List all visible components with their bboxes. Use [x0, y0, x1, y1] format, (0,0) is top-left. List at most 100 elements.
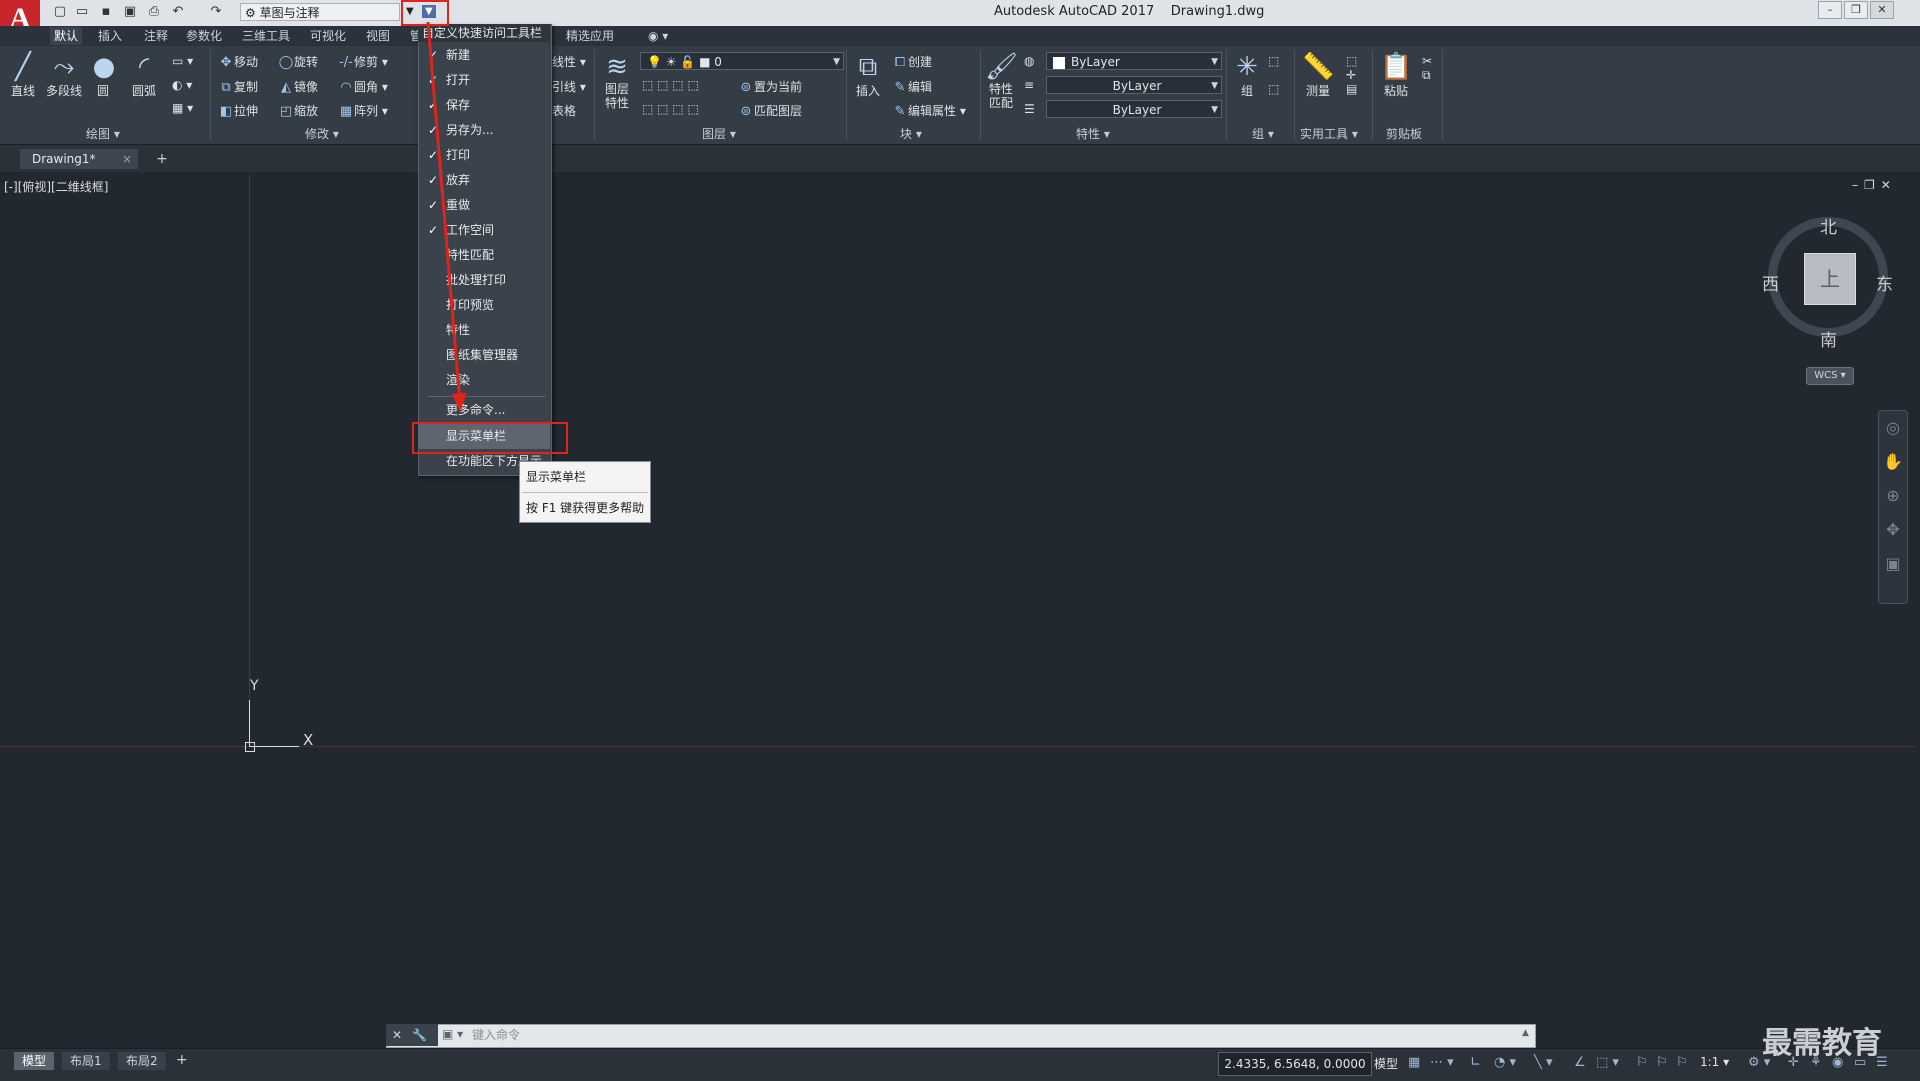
annotation-scale-select[interactable]: 1:1 ▾: [1700, 1055, 1729, 1069]
panel-title-clipboard[interactable]: 剪贴板: [1386, 125, 1422, 142]
edit-attributes-tool[interactable]: ✎ 编辑属性 ▾: [892, 102, 966, 119]
compass-east[interactable]: 东: [1876, 270, 1893, 295]
print-icon[interactable]: ⎙: [144, 3, 164, 21]
close-icon[interactable]: ×: [122, 149, 132, 169]
rectangle-icon[interactable]: ▭ ▾: [172, 54, 193, 68]
open-file-icon[interactable]: ▭: [72, 3, 92, 21]
command-prompt-icon[interactable]: ▣ ▾: [442, 1027, 463, 1041]
hatch-icon[interactable]: ◐ ▾: [172, 78, 192, 92]
create-block-tool[interactable]: ⧠ 创建: [892, 53, 932, 70]
chevron-up-icon[interactable]: ▲: [1522, 1028, 1529, 1038]
object-snap-tracking-icon[interactable]: ∠: [1574, 1055, 1586, 1070]
wcs-menu[interactable]: WCS ▾: [1806, 367, 1854, 385]
close-button[interactable]: ✕: [1870, 1, 1894, 19]
viewcube-top-face[interactable]: 上: [1804, 253, 1856, 305]
annotation-visibility-icon[interactable]: ⚐: [1636, 1055, 1648, 1070]
measure-tool[interactable]: 📏 测量: [1300, 52, 1336, 99]
command-line-controls[interactable]: ✕ 🔧: [386, 1024, 438, 1046]
panel-title-block[interactable]: 块 ▾: [900, 125, 922, 142]
panel-title-utilities[interactable]: 实用工具 ▾: [1300, 125, 1358, 142]
compass-south[interactable]: 南: [1820, 326, 1837, 351]
command-input[interactable]: 键入命令: [472, 1026, 520, 1043]
set-current-layer-tool[interactable]: ⊜ 置为当前: [738, 78, 802, 95]
minimize-button[interactable]: –: [1818, 1, 1842, 19]
panel-title-groups[interactable]: 组 ▾: [1252, 125, 1274, 142]
navigation-bar[interactable]: ◎ ✋ ⊕ ✥ ▣: [1878, 410, 1908, 604]
viewport-window-controls[interactable]: –❐✕: [1852, 178, 1897, 192]
tab-view[interactable]: 视图: [362, 27, 394, 45]
edit-block-tool[interactable]: ✎ 编辑: [892, 78, 932, 95]
tab-default[interactable]: 默认: [50, 27, 83, 45]
layer-select[interactable]: 💡 ☀ 🔓 ■ 0 ▼: [640, 52, 844, 70]
tab-featured-apps[interactable]: 精选应用: [562, 27, 618, 45]
command-line[interactable]: [386, 1024, 1536, 1048]
panel-title-layers[interactable]: 图层 ▾: [702, 125, 736, 142]
tab-insert[interactable]: 插入: [94, 27, 126, 45]
arc-tool[interactable]: ◜ 圆弧: [126, 52, 162, 99]
array-tool[interactable]: ▦ 阵列 ▾: [338, 102, 388, 119]
panel-title-modify[interactable]: 修改 ▾: [305, 125, 339, 142]
scale-tool[interactable]: ◰ 缩放: [278, 102, 318, 119]
grid-icon[interactable]: ▦: [1408, 1055, 1420, 1070]
annotation-scale-icon[interactable]: ⚐: [1676, 1055, 1688, 1070]
model-space-toggle[interactable]: 模型: [1374, 1055, 1398, 1072]
tab-more-icon[interactable]: ◉ ▾: [644, 27, 672, 45]
stretch-tool[interactable]: ◧ 拉伸: [218, 102, 258, 119]
isodraft-icon[interactable]: ╲ ▾: [1534, 1055, 1552, 1070]
match-layer-tool[interactable]: ⊜ 匹配图层: [738, 102, 802, 119]
auto-scale-icon[interactable]: ⚐: [1656, 1055, 1668, 1070]
polyline-tool[interactable]: ⤳ 多段线: [44, 52, 84, 99]
mirror-tool[interactable]: ◭ 镜像: [278, 78, 318, 95]
lineweight-select[interactable]: ByLayer ▼: [1046, 100, 1222, 118]
compass-north[interactable]: 北: [1820, 213, 1837, 238]
linetype-select[interactable]: ByLayer ▼: [1046, 76, 1222, 94]
redo-icon[interactable]: ↷: [206, 3, 226, 21]
tab-model[interactable]: 模型: [14, 1052, 55, 1070]
move-tool[interactable]: ✥ 移动: [218, 53, 258, 70]
new-file-icon[interactable]: ▢: [50, 3, 70, 21]
linear-dim-tool[interactable]: 线性 ▾: [552, 53, 586, 70]
layer-tools-row1[interactable]: ⬚ ⬚ ⬚ ⬚: [642, 78, 699, 92]
wrench-icon[interactable]: 🔧: [412, 1028, 427, 1042]
ortho-icon[interactable]: ∟: [1470, 1055, 1481, 1070]
group-tool[interactable]: ✳ 组: [1230, 52, 1264, 99]
match-properties-tool[interactable]: 🖌 特性匹配: [984, 52, 1018, 110]
rotate-tool[interactable]: ◯旋转: [278, 53, 318, 70]
object-snap-icon[interactable]: ⬚ ▾: [1596, 1055, 1619, 1070]
snap-icon[interactable]: ⋯ ▾: [1430, 1055, 1454, 1070]
paste-tool[interactable]: 📋 粘贴: [1378, 52, 1414, 99]
color-select[interactable]: ByLayer ▼: [1046, 52, 1222, 70]
table-tool[interactable]: 表格: [552, 102, 576, 119]
tab-3d-tools[interactable]: 三维工具: [238, 27, 294, 45]
workspace-select[interactable]: ⚙ 草图与注释: [240, 3, 400, 21]
layer-properties-tool[interactable]: ≋ 图层特性: [600, 52, 634, 110]
leader-tool[interactable]: 引线 ▾: [552, 78, 586, 95]
save-as-icon[interactable]: ▣: [120, 3, 140, 21]
utility-tools-col[interactable]: ⬚ ✛ ▤: [1346, 54, 1357, 96]
cut-copy-tools[interactable]: ✂ ⧉: [1422, 54, 1432, 83]
polar-icon[interactable]: ◔ ▾: [1494, 1055, 1516, 1070]
line-tool[interactable]: ╱ 直线: [6, 52, 40, 99]
compass-west[interactable]: 西: [1762, 270, 1779, 295]
tab-parametric[interactable]: 参数化: [182, 27, 226, 45]
coordinate-readout[interactable]: 2.4335, 6.5648, 0.0000: [1218, 1052, 1372, 1076]
trim-tool[interactable]: -/-修剪 ▾: [338, 53, 388, 70]
restore-button[interactable]: ❐: [1844, 1, 1868, 19]
tab-annotate[interactable]: 注释: [140, 27, 172, 45]
tab-visualize[interactable]: 可视化: [306, 27, 350, 45]
group-tools-col[interactable]: ⬚ ⬚: [1268, 54, 1279, 96]
close-icon[interactable]: ✕: [392, 1028, 402, 1042]
circle-tool[interactable]: ● 圆: [88, 52, 118, 99]
tab-layout2[interactable]: 布局2: [118, 1052, 166, 1070]
add-layout-button[interactable]: +: [176, 1052, 188, 1068]
panel-title-draw[interactable]: 绘图 ▾: [86, 125, 120, 142]
layer-tools-row2[interactable]: ⬚ ⬚ ⬚ ⬚: [642, 102, 699, 116]
save-icon[interactable]: ▪: [96, 3, 116, 21]
new-tab-button[interactable]: +: [152, 150, 172, 168]
fillet-tool[interactable]: ◠ 圆角 ▾: [338, 78, 388, 95]
region-icon[interactable]: ▦ ▾: [172, 101, 193, 115]
tab-layout1[interactable]: 布局1: [62, 1052, 110, 1070]
document-tab[interactable]: Drawing1* ×: [20, 149, 138, 169]
copy-tool[interactable]: ⧉ 复制: [218, 78, 258, 95]
panel-title-properties[interactable]: 特性 ▾: [1076, 125, 1110, 142]
